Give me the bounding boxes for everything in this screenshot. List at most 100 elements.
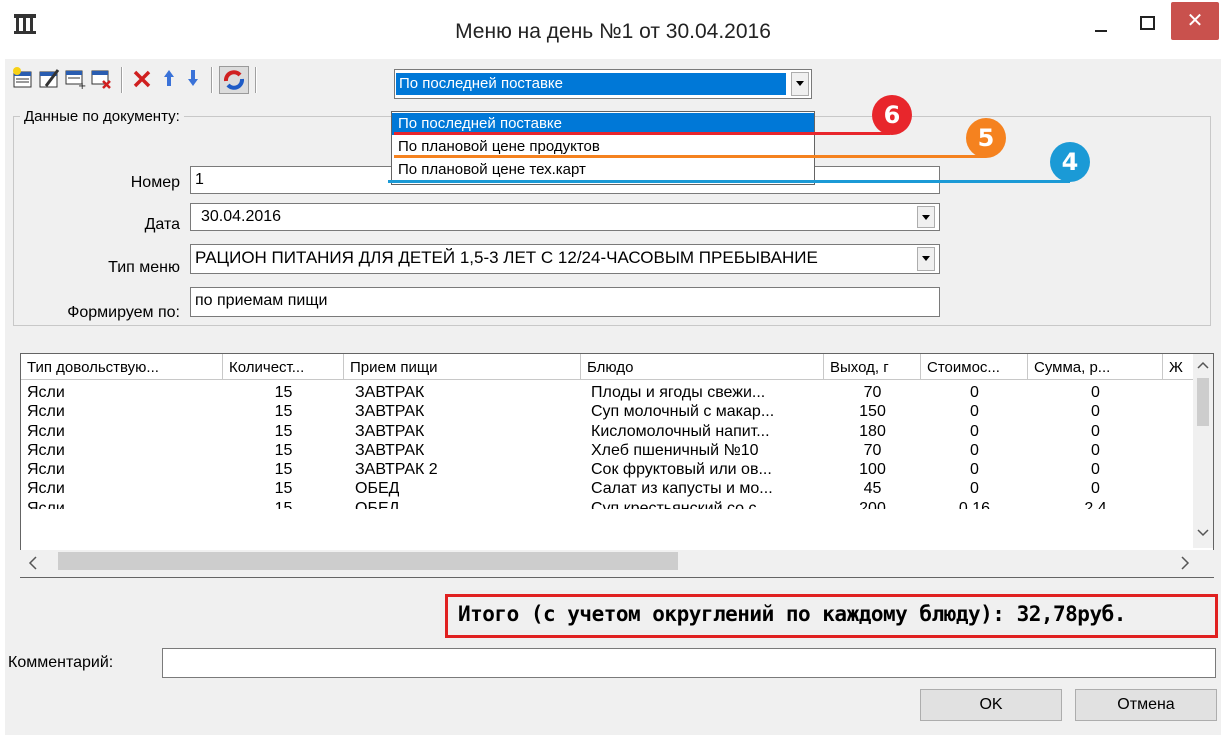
column-header[interactable]: Сумма, р...	[1028, 354, 1163, 380]
delete-icon[interactable]	[131, 66, 153, 90]
annotation-line-6	[394, 132, 890, 135]
chevron-left-icon[interactable]	[28, 556, 38, 570]
chevron-right-icon[interactable]	[1180, 556, 1190, 570]
column-header[interactable]: Количест...	[223, 354, 344, 380]
comment-field[interactable]	[162, 648, 1216, 678]
menu-table: Тип довольствую... Количест... Прием пищ…	[20, 353, 1214, 578]
vertical-scroll-thumb[interactable]	[1197, 378, 1209, 426]
cell-cost: 0	[970, 442, 979, 459]
cell-sum: 0	[1091, 384, 1100, 401]
cell-consumer-type: Ясли	[27, 403, 65, 420]
chevron-down-icon[interactable]	[791, 72, 809, 96]
cell-cost: 0	[970, 423, 979, 440]
annotation-line-5	[394, 155, 986, 158]
cell-quantity: 15	[274, 461, 293, 478]
cell-yield: 180	[859, 423, 886, 440]
cell-meal: ЗАВТРАК	[355, 384, 425, 401]
horizontal-scroll-thumb[interactable]	[58, 552, 678, 570]
price-mode-option[interactable]: По плановой цене тех.карт	[392, 159, 814, 181]
date-select[interactable]: 30.04.2016	[190, 203, 940, 231]
column-header[interactable]: Прием пищи	[344, 354, 581, 380]
close-button[interactable]: ✕	[1171, 2, 1219, 40]
cell-consumer-type: Ясли	[27, 442, 65, 459]
cell-consumer-type: Ясли	[27, 423, 65, 440]
cell-cost: 0	[970, 461, 979, 478]
cell-quantity: 15	[274, 442, 293, 459]
cell-meal: ЗАВТРАК	[355, 423, 425, 440]
price-mode-selected-value: По последней поставке	[399, 75, 563, 92]
cell-yield: 200	[859, 500, 886, 509]
cell-cost: 0	[970, 384, 979, 401]
arrow-down-icon[interactable]	[182, 66, 204, 90]
cell-cost: 0,16	[958, 500, 991, 509]
cell-consumer-type: Ясли	[27, 500, 65, 509]
annotation-badge-6: 6	[872, 95, 912, 135]
chevron-down-icon[interactable]	[917, 247, 935, 271]
date-value: 30.04.2016	[201, 208, 282, 225]
cell-yield: 100	[859, 461, 886, 478]
cancel-button[interactable]: Отмена	[1075, 689, 1217, 721]
form-by-field[interactable]: по приемам пищи	[190, 287, 940, 317]
cell-quantity: 15	[274, 384, 293, 401]
cell-dish: Плоды и ягоды свежи...	[591, 384, 766, 401]
cell-yield: 150	[859, 403, 886, 420]
cell-quantity: 15	[274, 480, 293, 497]
cell-meal: ОБЕД	[355, 480, 400, 497]
delete-row-icon[interactable]	[90, 66, 112, 90]
cell-quantity: 15	[274, 403, 293, 420]
add-row-icon[interactable]: +	[64, 66, 86, 90]
maximize-button[interactable]	[1125, 2, 1169, 44]
annotation-badge-4: 4	[1050, 142, 1090, 182]
cell-sum: 0	[1091, 442, 1100, 459]
price-mode-dropdown: По последней поставке По плановой цене п…	[391, 111, 815, 185]
cell-consumer-type: Ясли	[27, 480, 65, 497]
menu-type-select[interactable]: РАЦИОН ПИТАНИЯ ДЛЯ ДЕТЕЙ 1,5-3 ЛЕТ С 12/…	[190, 244, 940, 274]
cell-meal: ЗАВТРАК 2	[355, 461, 438, 478]
cell-sum: 0	[1091, 480, 1100, 497]
minimize-button[interactable]	[1079, 2, 1125, 44]
cell-yield: 70	[863, 384, 882, 401]
document-group-label: Данные по документу:	[20, 108, 184, 125]
cell-quantity: 15	[274, 500, 293, 509]
refresh-icon[interactable]	[219, 66, 249, 94]
cell-dish: Салат из капусты и мо...	[591, 480, 773, 497]
cell-dish: Хлеб пшеничный №10	[591, 442, 759, 459]
date-label: Дата	[144, 216, 180, 233]
number-label: Номер	[130, 174, 180, 191]
chevron-up-icon[interactable]	[1197, 360, 1209, 370]
menu-type-label: Тип меню	[108, 259, 180, 276]
cell-sum: 0	[1091, 403, 1100, 420]
cell-meal: ЗАВТРАК	[355, 403, 425, 420]
window-title: Меню на день №1 от 30.04.2016	[455, 20, 771, 43]
cell-yield: 70	[863, 442, 882, 459]
add-doc-icon[interactable]	[12, 66, 34, 90]
cell-consumer-type: Ясли	[27, 461, 65, 478]
cell-yield: 45	[863, 480, 882, 497]
menu-type-value: РАЦИОН ПИТАНИЯ ДЛЯ ДЕТЕЙ 1,5-3 ЛЕТ С 12/…	[195, 248, 818, 267]
arrow-up-icon[interactable]	[158, 66, 180, 90]
ok-button[interactable]: OK	[920, 689, 1062, 721]
cell-sum: 2,4	[1084, 500, 1107, 509]
cell-consumer-type: Ясли	[27, 384, 65, 401]
total-label: Итого (с учетом округлений по каждому бл…	[458, 602, 1126, 626]
cell-dish: Суп крестьянский со с...	[591, 500, 770, 509]
form-by-label: Формируем по:	[67, 304, 180, 321]
cell-cost: 0	[970, 480, 979, 497]
column-header[interactable]: Стоимос...	[921, 354, 1028, 380]
cell-meal: ОБЕД	[355, 500, 400, 509]
chevron-down-icon[interactable]	[917, 206, 935, 228]
column-header[interactable]: Выход, г	[824, 354, 921, 380]
column-header[interactable]: Блюдо	[581, 354, 824, 380]
toolbar-separator	[255, 67, 257, 93]
chevron-down-icon[interactable]	[1197, 528, 1209, 538]
annotation-line-4	[388, 180, 1070, 183]
toolbar-separator	[211, 67, 213, 93]
cell-cost: 0	[970, 403, 979, 420]
toolbar-separator	[121, 67, 123, 93]
cell-sum: 0	[1091, 423, 1100, 440]
edit-doc-icon[interactable]	[38, 66, 60, 90]
cell-sum: 0	[1091, 461, 1100, 478]
annotation-badge-5: 5	[966, 118, 1006, 158]
comment-label: Комментарий:	[8, 654, 114, 671]
column-header[interactable]: Тип довольствую...	[21, 354, 223, 380]
